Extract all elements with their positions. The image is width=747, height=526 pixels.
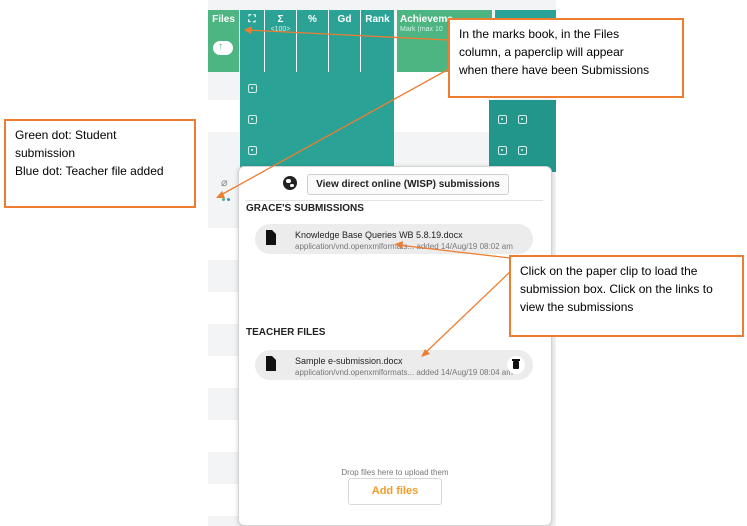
callout-left-line: Blue dot: Teacher file added	[15, 164, 164, 178]
arrow-top-callout	[245, 29, 449, 41]
callout-right: Click on the paper clip to load the subm…	[509, 255, 744, 337]
callout-right-line: Click on the paper clip to load the	[520, 264, 698, 278]
arrowhead	[216, 191, 225, 198]
arrow-top-to-clip	[218, 63, 459, 197]
callout-left-line: submission	[15, 146, 76, 160]
callout-top-line: In the marks book, in the Files	[459, 27, 620, 41]
callout-top: In the marks book, in the Files column, …	[448, 18, 684, 98]
callout-left: Green dot: Student submission Blue dot: …	[4, 119, 196, 208]
arrow-right-to-student-file	[397, 244, 511, 259]
callout-top-line: when there have been Submissions	[459, 63, 650, 77]
arrowhead	[244, 26, 252, 34]
callout-right-line: submission box. Click on the links to	[520, 282, 713, 296]
callout-left-line: Green dot: Student	[15, 128, 117, 142]
callout-top-line: column, a paperclip will appear	[459, 45, 624, 59]
arrow-right-to-teacher-file	[422, 269, 513, 356]
callout-right-line: view the submissions	[520, 300, 634, 314]
arrowhead	[395, 241, 403, 249]
